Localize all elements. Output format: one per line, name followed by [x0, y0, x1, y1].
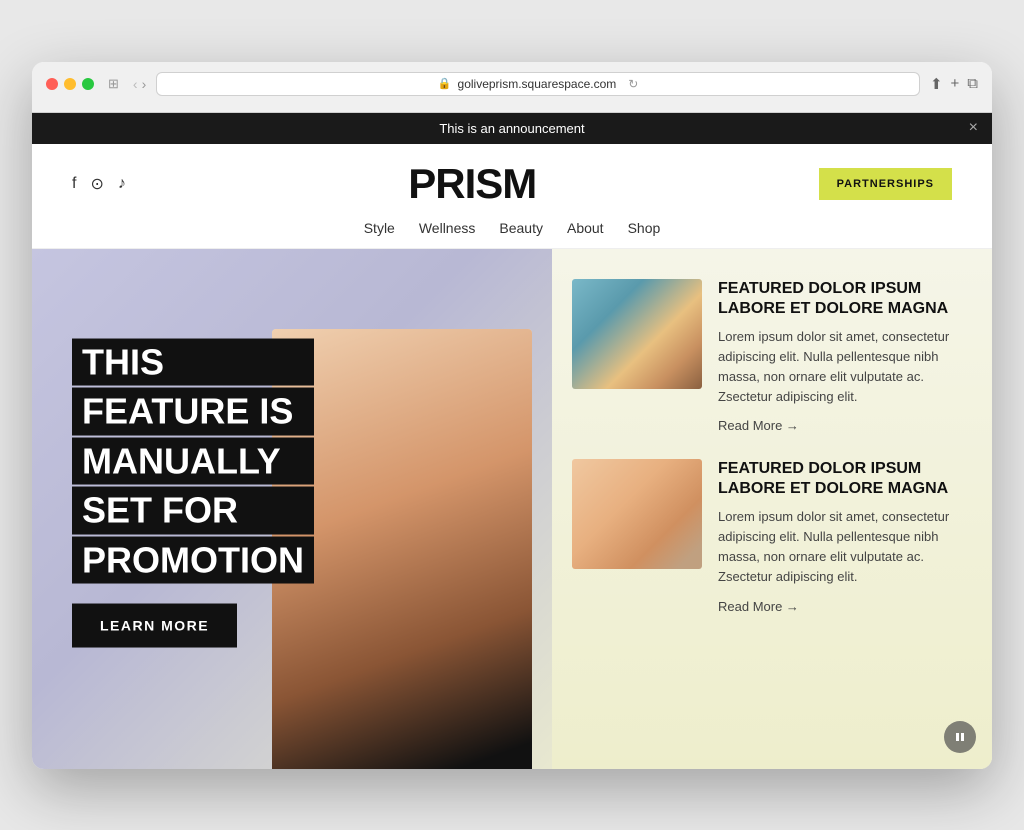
announcement-bar: This is an announcement ×	[32, 113, 992, 144]
url-text: goliveprism.squarespace.com	[458, 77, 617, 91]
forward-button[interactable]: ›	[142, 76, 147, 92]
lock-icon: 🔒	[438, 77, 452, 90]
article-content-1: FEATURED DOLOR IPSUM LABORE ET DOLORE MA…	[718, 279, 962, 436]
site-nav: Style Wellness Beauty About Shop	[72, 216, 952, 236]
share-icon[interactable]: ⬆	[930, 75, 943, 93]
hero-section: THIS FEATURE IS MANUALLY SET FOR PROMOTI…	[32, 249, 992, 769]
website-content: This is an announcement × f ⊙ ♪ PRISM PA…	[32, 113, 992, 769]
article-excerpt-1: Lorem ipsum dolor sit amet, consectetur …	[718, 327, 962, 408]
read-more-2[interactable]: Read More →	[718, 599, 799, 614]
article-thumb-1[interactable]	[572, 279, 702, 389]
partnerships-button[interactable]: PARTNERSHIPS	[819, 168, 952, 200]
hero-line-5: PROMOTION	[72, 536, 314, 584]
hero-headline: THIS FEATURE IS MANUALLY SET FOR PROMOTI…	[72, 338, 314, 584]
hero-line-4: SET FOR	[72, 487, 314, 535]
facebook-icon[interactable]: f	[72, 175, 76, 193]
site-title[interactable]: PRISM	[408, 160, 536, 208]
close-button[interactable]	[46, 78, 58, 90]
article-card-1: FEATURED DOLOR IPSUM LABORE ET DOLORE MA…	[572, 279, 962, 436]
article-title-1: FEATURED DOLOR IPSUM LABORE ET DOLORE MA…	[718, 279, 962, 319]
announcement-text: This is an announcement	[439, 121, 584, 136]
article-content-2: FEATURED DOLOR IPSUM LABORE ET DOLORE MA…	[718, 459, 962, 616]
hero-line-3: MANUALLY	[72, 437, 314, 485]
browser-chrome: ⊞ ‹ › 🔒 goliveprism.squarespace.com ↻ ⬆ …	[32, 62, 992, 113]
browser-window: ⊞ ‹ › 🔒 goliveprism.squarespace.com ↻ ⬆ …	[32, 62, 992, 769]
nav-style[interactable]: Style	[364, 220, 395, 236]
hero-line-2: FEATURE IS	[72, 388, 314, 436]
pause-button[interactable]	[944, 721, 976, 753]
browser-controls: ⊞	[104, 74, 123, 94]
article-title-2: FEATURED DOLOR IPSUM LABORE ET DOLORE MA…	[718, 459, 962, 499]
hero-right: FEATURED DOLOR IPSUM LABORE ET DOLORE MA…	[552, 249, 992, 769]
hero-left: THIS FEATURE IS MANUALLY SET FOR PROMOTI…	[32, 249, 552, 769]
hero-line-1: THIS	[72, 338, 314, 386]
new-tab-icon[interactable]: +	[951, 75, 960, 93]
nav-wellness[interactable]: Wellness	[419, 220, 476, 236]
tabs-icon[interactable]: ⧉	[967, 75, 978, 93]
nav-beauty[interactable]: Beauty	[499, 220, 543, 236]
site-header: f ⊙ ♪ PRISM PARTNERSHIPS Style Wellness …	[32, 144, 992, 249]
back-button[interactable]: ‹	[133, 76, 138, 92]
nav-shop[interactable]: Shop	[628, 220, 661, 236]
browser-actions: ⬆ + ⧉	[930, 75, 978, 93]
hero-cta-button[interactable]: LEARN MORE	[72, 604, 237, 648]
announcement-close-button[interactable]: ×	[969, 119, 978, 137]
article-excerpt-2: Lorem ipsum dolor sit amet, consectetur …	[718, 507, 962, 588]
traffic-lights	[46, 78, 94, 90]
nav-about[interactable]: About	[567, 220, 604, 236]
instagram-icon[interactable]: ⊙	[90, 174, 103, 194]
nav-arrows: ‹ ›	[133, 76, 146, 92]
hero-text-block: THIS FEATURE IS MANUALLY SET FOR PROMOTI…	[72, 338, 314, 648]
reload-icon[interactable]: ↻	[628, 77, 638, 91]
tiktok-icon[interactable]: ♪	[118, 175, 126, 193]
minimize-button[interactable]	[64, 78, 76, 90]
address-bar[interactable]: 🔒 goliveprism.squarespace.com ↻	[156, 72, 920, 96]
article-card-2: FEATURED DOLOR IPSUM LABORE ET DOLORE MA…	[572, 459, 962, 616]
sidebar-toggle-icon[interactable]: ⊞	[104, 74, 123, 94]
social-icons: f ⊙ ♪	[72, 174, 126, 194]
read-more-1[interactable]: Read More →	[718, 418, 799, 433]
maximize-button[interactable]	[82, 78, 94, 90]
article-thumb-2[interactable]	[572, 459, 702, 569]
